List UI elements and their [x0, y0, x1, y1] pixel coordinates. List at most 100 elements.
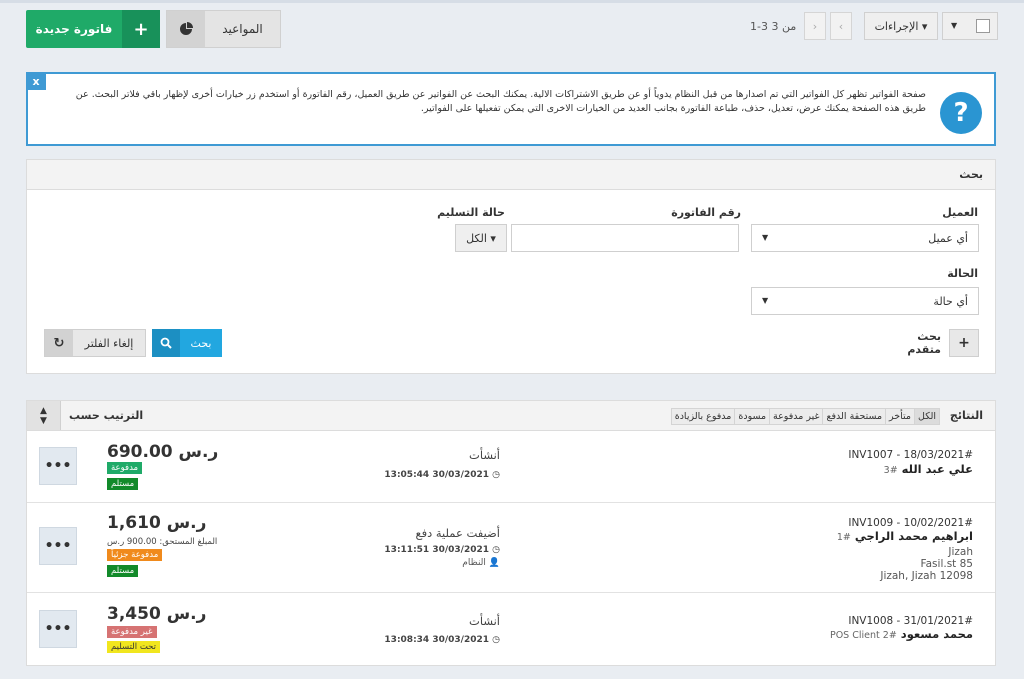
- payment-status-badge: مدفوعة: [107, 462, 143, 474]
- client-name-text: علي عبد الله: [901, 462, 973, 476]
- activity-time: 13:08:34 30/03/2021 ◷: [350, 635, 500, 645]
- prev-page-button[interactable]: ‹: [830, 12, 852, 40]
- payment-status-badge: غير مدفوعة: [107, 626, 157, 638]
- address-line: Jizah: [948, 546, 973, 558]
- actions-dropdown[interactable]: الإجراءات ▾: [864, 12, 938, 40]
- client-name: علي عبد الله #3: [884, 462, 973, 476]
- chevron-right-icon: ›: [812, 19, 818, 33]
- clock-icon: ◷: [492, 635, 500, 645]
- sort-button[interactable]: ▲ ▼: [27, 401, 61, 430]
- status-label: الحالة: [947, 267, 978, 280]
- toolbar: فاتورة جديدة + المواعيد 1-3 من 3 › ‹ الإ…: [26, 10, 998, 48]
- activity-time: 13:05:44 30/03/2021 ◷: [350, 470, 500, 480]
- status-select[interactable]: أي حالة ▼: [751, 287, 979, 315]
- close-info-button[interactable]: x: [26, 72, 46, 90]
- activity-time-text: 13:08:34 30/03/2021: [384, 635, 489, 645]
- info-box: x ? صفحة الفواتير تظهر كل الفواتير التي …: [26, 72, 996, 146]
- delivery-status-badge: مستلم: [107, 478, 139, 490]
- amount-due: المبلغ المستحق: 900.00 ر.س: [107, 537, 218, 547]
- activity-time-text: 13:11:51 30/03/2021: [384, 545, 489, 555]
- search-button[interactable]: بحث: [152, 329, 222, 357]
- client-name: ابراهيم محمد الراجي #1: [837, 529, 973, 543]
- search-button-label: بحث: [190, 336, 212, 350]
- chevron-left-icon: ‹: [838, 19, 844, 33]
- plus-icon: +: [122, 10, 160, 48]
- client-name-text: ابراهيم محمد الراجي: [854, 529, 973, 543]
- activity-user: النظام 👤: [400, 558, 500, 568]
- row-more-button[interactable]: •••: [39, 447, 77, 485]
- pie-chart-icon: [167, 11, 205, 47]
- invoice-number-label: رقم الفاتورة: [671, 206, 741, 219]
- caret-down-icon: ▼: [951, 21, 958, 30]
- row-more-button[interactable]: •••: [39, 527, 77, 565]
- new-invoice-label: فاتورة جديدة: [35, 22, 113, 36]
- invoice-number-input[interactable]: [511, 224, 739, 252]
- question-icon: ?: [940, 92, 982, 134]
- address-line: Fasil.st 85: [920, 558, 973, 570]
- results-panel: النتائج الكل متأخر مستحقة الدفع غير مدفو…: [26, 400, 996, 666]
- sort-by-label: الترتيب حسب: [69, 409, 144, 422]
- select-all-checkbox[interactable]: [976, 19, 990, 33]
- delivery-status-value: الكل ▾: [466, 231, 496, 245]
- results-title: النتائج: [949, 409, 983, 422]
- client-label: العميل: [942, 206, 978, 219]
- address-line: Jizah, Jizah 12098: [880, 570, 973, 582]
- ellipsis-icon: •••: [44, 538, 72, 554]
- search-icon: [152, 329, 180, 357]
- activity-time: 13:11:51 30/03/2021 ◷: [350, 545, 500, 555]
- reset-filter-label: إلغاء الفلتر: [84, 336, 134, 350]
- activity-time-text: 13:05:44 30/03/2021: [384, 470, 489, 480]
- delivery-status-badge: مستلم: [107, 565, 139, 577]
- client-number: #1: [836, 532, 851, 543]
- clock-icon: ◷: [492, 470, 500, 480]
- top-border: [0, 0, 1024, 3]
- user-icon: 👤: [488, 558, 500, 568]
- client-number: #3: [883, 465, 898, 476]
- row-more-button[interactable]: •••: [39, 610, 77, 648]
- client-name-text: محمد مسعود: [900, 627, 973, 641]
- bulk-select[interactable]: ▼: [942, 12, 998, 40]
- filter-overpaid[interactable]: مدفوع بالزيادة: [670, 408, 736, 425]
- pager-count: 1-3 من 3: [750, 20, 797, 33]
- client-name: محمد مسعود #2 POS Client: [830, 627, 973, 641]
- invoice-amount: 1,610 ر.س: [107, 513, 207, 533]
- client-select[interactable]: أي عميل ▼: [751, 224, 979, 252]
- refresh-icon: ↻: [45, 330, 73, 356]
- payment-status-badge: مدفوعة جزئياً: [107, 549, 163, 561]
- info-text: صفحة الفواتير تظهر كل الفواتير التي تم ا…: [75, 89, 926, 114]
- filter-unpaid[interactable]: غير مدفوعة: [769, 408, 824, 425]
- status-filter-tabs: الكل متأخر مستحقة الدفع غير مدفوعة مسودة…: [670, 408, 940, 425]
- invoice-amount: 690.00 ر.س: [107, 442, 219, 462]
- client-address: Jizah Fasil.st 85 Jizah, Jizah 12098: [880, 546, 973, 582]
- next-page-button[interactable]: ›: [804, 12, 826, 40]
- results-header: النتائج الكل متأخر مستحقة الدفع غير مدفو…: [27, 401, 995, 431]
- client-number: #2 POS Client: [829, 630, 897, 641]
- table-row[interactable]: #INV1008 - 31/01/2021 محمد مسعود #2 POS …: [27, 593, 995, 665]
- table-row[interactable]: #INV1007 - 18/03/2021 علي عبد الله #3 أن…: [27, 431, 995, 503]
- new-invoice-button[interactable]: فاتورة جديدة +: [26, 10, 160, 48]
- activity-action: أضيفت عملية دفع: [415, 526, 500, 540]
- filter-draft[interactable]: مسودة: [734, 408, 771, 425]
- activity-user-text: النظام: [462, 558, 486, 568]
- filter-overdue[interactable]: متأخر: [885, 408, 916, 425]
- invoice-amount: 3,450 ر.س: [107, 604, 207, 624]
- appointments-button[interactable]: المواعيد: [166, 10, 281, 48]
- invoice-number: #INV1009 - 10/02/2021: [848, 517, 973, 529]
- client-select-value: أي عميل: [928, 232, 968, 245]
- activity-action: أنشأت: [469, 614, 500, 628]
- ellipsis-icon: •••: [44, 458, 72, 474]
- caret-down-icon: ▼: [762, 233, 769, 242]
- filter-due[interactable]: مستحقة الدفع: [822, 408, 887, 425]
- plus-icon: +: [949, 329, 979, 357]
- status-select-value: أي حالة: [933, 295, 968, 308]
- advanced-search-toggle[interactable]: بحث متقدم +: [897, 329, 979, 357]
- reset-filter-button[interactable]: ↻ إلغاء الفلتر: [44, 329, 146, 357]
- table-row[interactable]: #INV1009 - 10/02/2021 ابراهيم محمد الراج…: [27, 503, 995, 593]
- caret-down-icon: ▼: [762, 296, 769, 305]
- filter-all[interactable]: الكل: [914, 408, 940, 425]
- appointments-label: المواعيد: [222, 22, 263, 36]
- sort-icon: ▲ ▼: [40, 405, 47, 426]
- delivery-status-select[interactable]: الكل ▾: [455, 224, 507, 252]
- search-title: بحث: [27, 160, 995, 190]
- delivery-status-label: حالة التسليم: [437, 206, 505, 219]
